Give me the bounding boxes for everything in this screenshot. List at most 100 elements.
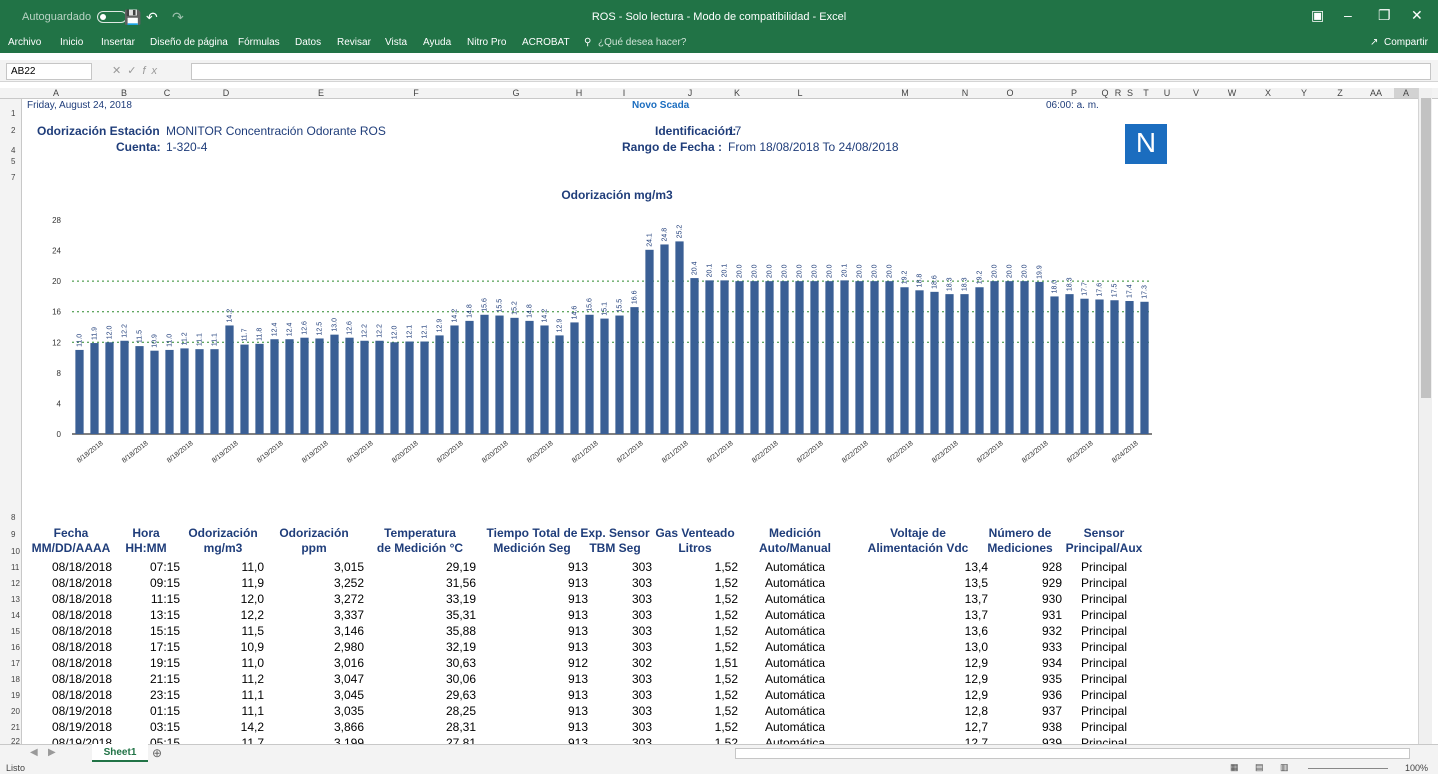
table-cell[interactable]: Automática [752, 688, 838, 702]
table-cell[interactable]: 05:15 [112, 736, 180, 744]
table-cell[interactable]: 1,52 [652, 704, 738, 718]
table-cell[interactable]: 1,52 [652, 560, 738, 574]
table-cell[interactable]: 32,19 [364, 640, 476, 654]
table-cell[interactable]: 936 [978, 688, 1062, 702]
table-cell[interactable]: Automática [752, 704, 838, 718]
table-cell[interactable]: Automática [752, 560, 838, 574]
col-header[interactable]: F [366, 88, 466, 98]
table-cell[interactable]: 11,1 [182, 704, 264, 718]
col-header[interactable]: O [970, 88, 1050, 98]
table-cell[interactable]: 932 [978, 624, 1062, 638]
table-cell[interactable]: 303 [578, 736, 652, 744]
table-cell[interactable]: 30,63 [364, 656, 476, 670]
table-cell[interactable]: 303 [578, 704, 652, 718]
formula-input[interactable] [191, 63, 1431, 80]
table-cell[interactable]: 11,9 [182, 576, 264, 590]
row-header[interactable]: 2 [0, 126, 22, 135]
table-cell[interactable]: 08/18/2018 [30, 576, 112, 590]
table-cell[interactable]: 303 [578, 592, 652, 606]
table-cell[interactable]: 08/18/2018 [30, 688, 112, 702]
table-cell[interactable]: Principal [1062, 592, 1146, 606]
col-header-selected[interactable]: A [1394, 88, 1418, 98]
col-header[interactable]: R [1112, 88, 1124, 98]
table-cell[interactable]: 13,5 [848, 576, 988, 590]
table-cell[interactable]: 13,7 [848, 608, 988, 622]
table-cell[interactable]: 1,52 [652, 608, 738, 622]
table-cell[interactable]: 303 [578, 576, 652, 590]
table-cell[interactable]: 913 [476, 624, 588, 638]
table-cell[interactable]: 913 [476, 704, 588, 718]
col-header[interactable]: H [566, 88, 592, 98]
table-cell[interactable]: Principal [1062, 640, 1146, 654]
col-header[interactable]: T [1136, 88, 1156, 98]
table-cell[interactable]: Automática [752, 736, 838, 744]
table-cell[interactable]: 912 [476, 656, 588, 670]
table-cell[interactable]: Automática [752, 592, 838, 606]
col-header[interactable]: U [1156, 88, 1178, 98]
table-cell[interactable]: 29,63 [364, 688, 476, 702]
row-header[interactable]: 14 [0, 611, 22, 620]
table-cell[interactable]: 08/18/2018 [30, 608, 112, 622]
table-cell[interactable]: 303 [578, 688, 652, 702]
col-header[interactable]: S [1124, 88, 1136, 98]
table-cell[interactable]: 11,0 [182, 560, 264, 574]
row-header[interactable]: 19 [0, 691, 22, 700]
tab-inicio[interactable]: Inicio [60, 37, 83, 48]
table-cell[interactable]: 17:15 [112, 640, 180, 654]
row-header[interactable]: 18 [0, 675, 22, 684]
table-cell[interactable]: 928 [978, 560, 1062, 574]
tab-revisar[interactable]: Revisar [337, 37, 371, 48]
table-cell[interactable]: 935 [978, 672, 1062, 686]
table-cell[interactable]: 13,4 [848, 560, 988, 574]
col-header[interactable]: N [960, 88, 970, 98]
table-cell[interactable]: 30,06 [364, 672, 476, 686]
tab-archivo[interactable]: Archivo [8, 37, 41, 48]
table-cell[interactable]: 29,19 [364, 560, 476, 574]
table-cell[interactable]: Automática [752, 576, 838, 590]
table-cell[interactable]: Automática [752, 608, 838, 622]
table-cell[interactable]: 13:15 [112, 608, 180, 622]
table-cell[interactable]: 1,51 [652, 656, 738, 670]
table-cell[interactable]: 1,52 [652, 720, 738, 734]
table-cell[interactable]: 12,9 [848, 672, 988, 686]
table-cell[interactable]: 08/19/2018 [30, 720, 112, 734]
table-cell[interactable]: 929 [978, 576, 1062, 590]
add-sheet-icon[interactable]: ⊕ [152, 746, 162, 760]
table-cell[interactable]: 12,9 [848, 656, 988, 670]
restore-icon[interactable]: ❐ [1378, 7, 1391, 24]
col-header[interactable]: Q [1098, 88, 1112, 98]
col-header[interactable]: D [176, 88, 276, 98]
page-layout-icon[interactable]: ▤ [1255, 762, 1264, 773]
page-break-icon[interactable]: ▥ [1280, 762, 1289, 773]
tab-sheet1[interactable]: Sheet1 [92, 744, 148, 762]
table-cell[interactable]: 3,252 [264, 576, 364, 590]
vertical-scrollbar[interactable] [1418, 88, 1432, 744]
table-cell[interactable]: 11,2 [182, 672, 264, 686]
table-cell[interactable]: 21:15 [112, 672, 180, 686]
table-cell[interactable]: 303 [578, 720, 652, 734]
table-cell[interactable]: 11:15 [112, 592, 180, 606]
col-header[interactable]: J [656, 88, 724, 98]
row-header[interactable]: 11 [0, 563, 22, 572]
table-cell[interactable]: 913 [476, 592, 588, 606]
name-box[interactable]: AB22 [6, 63, 92, 80]
col-header[interactable]: K [724, 88, 750, 98]
table-cell[interactable]: 19:15 [112, 656, 180, 670]
table-cell[interactable]: 1,52 [652, 672, 738, 686]
row-header[interactable]: 17 [0, 659, 22, 668]
row-header[interactable]: 20 [0, 707, 22, 716]
table-cell[interactable]: 1,52 [652, 736, 738, 744]
col-header[interactable]: W [1214, 88, 1250, 98]
table-cell[interactable]: 913 [476, 640, 588, 654]
table-cell[interactable]: Principal [1062, 672, 1146, 686]
table-cell[interactable]: Principal [1062, 720, 1146, 734]
tab-acrobat[interactable]: ACROBAT [522, 37, 570, 48]
row-header[interactable]: 12 [0, 579, 22, 588]
col-header[interactable]: AA [1358, 88, 1394, 98]
table-cell[interactable]: 913 [476, 720, 588, 734]
row-header[interactable]: 15 [0, 627, 22, 636]
table-cell[interactable]: Principal [1062, 736, 1146, 744]
table-cell[interactable]: 12,2 [182, 608, 264, 622]
col-header[interactable]: M [850, 88, 960, 98]
table-cell[interactable]: Principal [1062, 624, 1146, 638]
